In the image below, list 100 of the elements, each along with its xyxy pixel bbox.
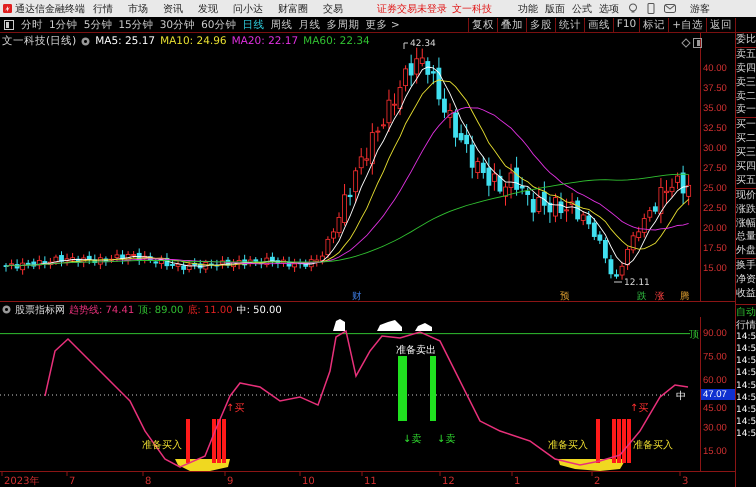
quote-label: 涨幅 [736, 216, 756, 230]
signal-label: 准备卖出 [396, 345, 436, 356]
toolbar-button[interactable]: 多股 [526, 18, 556, 32]
low-price-label: 12.11 [624, 278, 650, 288]
tick-time: 14:5 [736, 405, 756, 418]
sell-bars-drawing [398, 356, 436, 421]
menu-item[interactable]: 版面 [545, 2, 565, 16]
current-value-tag: 47.07 [701, 388, 735, 400]
event-mark[interactable]: 预 [560, 291, 570, 301]
quote-label: 买二 [736, 132, 756, 146]
period-tab[interactable]: 日线 [240, 18, 268, 32]
phone-icon[interactable] [647, 3, 655, 14]
time-axis-label: 11 [364, 476, 377, 487]
price-axis-label: 22.50 [703, 203, 727, 214]
period-tab[interactable]: 30分钟 [156, 18, 198, 32]
quote-label: 涨跌 [736, 202, 756, 217]
quote-label: 换手 [736, 258, 756, 274]
time-axis-label: 1 [514, 476, 520, 487]
quote-label: 总量 [736, 230, 756, 244]
signal-label: ↑买 [630, 403, 648, 414]
event-mark[interactable]: 跌 [637, 291, 647, 301]
quote-label: 委比 [736, 33, 756, 47]
ma-reading: MA20: 22.17 [232, 35, 298, 47]
section-label: 行情 [736, 318, 756, 332]
mode-label[interactable]: 自动 [736, 304, 756, 318]
quote-label: 买一 [736, 117, 756, 132]
tick-time: 14:5 [736, 429, 756, 442]
panel-toggle-icon[interactable] [4, 20, 14, 30]
toolbar-button[interactable]: 叠加 [498, 18, 527, 32]
toolbar-button[interactable]: 统计 [556, 18, 585, 32]
panel-toggle-icon[interactable] [693, 38, 702, 48]
toolbar-button[interactable]: 画线 [584, 18, 614, 32]
indicator-reading: 趋势线: 74.41 [69, 304, 134, 316]
period-tab[interactable]: 5分钟 [80, 18, 116, 32]
indicator-axis-label: 15.00 [703, 446, 727, 457]
tick-time: 14:5 [736, 392, 756, 405]
bulb-icon[interactable] [628, 3, 638, 14]
mail-icon[interactable] [664, 4, 676, 13]
price-axis-label: 17.50 [703, 243, 727, 254]
settings-icon[interactable] [2, 305, 11, 314]
toolbar-button[interactable]: 标记 [640, 18, 670, 32]
quote-label: 净资 [736, 273, 756, 288]
diamond-icon[interactable] [681, 38, 691, 48]
quote-label: 卖四 [736, 62, 756, 76]
quote-label: 收益 [736, 287, 756, 301]
menu-item[interactable]: 问小达 [229, 2, 267, 16]
period-tab[interactable]: 1分钟 [46, 18, 81, 32]
menu-item[interactable]: 选项 [599, 2, 619, 16]
tick-time: 14:5 [736, 380, 756, 393]
time-axis-label: 2023年 [4, 476, 40, 487]
toolbar-button[interactable]: F10 [614, 18, 640, 32]
top-tag: 顶 [689, 330, 699, 341]
stock-title: 文一科技(日线) [2, 34, 76, 48]
settings-icon[interactable] [81, 36, 90, 46]
indicator-axis-label: 45.00 [703, 402, 727, 414]
high-price-label: 42.34 [410, 39, 436, 49]
menu-item[interactable]: 财富圈 [274, 2, 312, 16]
quote-label: 卖一 [736, 103, 756, 118]
ma-reading: MA60: 22.34 [303, 35, 370, 47]
indicator-axis-label: 30.00 [703, 422, 727, 434]
period-tab[interactable]: 周线 [268, 18, 296, 32]
ma-reading: MA5: 25.17 [95, 35, 156, 47]
toolbar-button[interactable]: 复权 [468, 18, 498, 32]
signal-label: ↓卖 [437, 434, 456, 445]
user-name[interactable]: 游客 [690, 2, 710, 16]
app-title: 通达信金融终端 [15, 2, 85, 16]
indicator-reading: 顶: 89.00 [138, 304, 184, 316]
time-axis-label: 2 [594, 476, 600, 487]
menu-item[interactable]: 资讯 [159, 2, 187, 16]
period-tab[interactable]: 15分钟 [115, 18, 157, 32]
indicator-name: 股票指标网 [15, 304, 65, 316]
price-axis-label: 27.50 [703, 163, 727, 174]
period-tab[interactable]: 多周期 [324, 18, 362, 32]
menu-item[interactable]: 市场 [124, 2, 152, 16]
event-mark[interactable]: 财 [352, 291, 362, 301]
quote-label: 卖二 [736, 90, 756, 104]
event-mark[interactable]: 腾 [680, 291, 690, 301]
time-axis-label: 9 [227, 476, 234, 487]
menu-item[interactable]: 公式 [572, 2, 592, 16]
period-tab[interactable]: 60分钟 [198, 18, 240, 32]
stock-link[interactable]: 文一科技 [452, 2, 492, 16]
menu-item[interactable]: 行情 [89, 2, 117, 16]
toolbar-button[interactable]: 返回 [707, 18, 736, 32]
menu-item[interactable]: 功能 [518, 2, 538, 16]
time-axis-label: 10 [302, 476, 315, 487]
quote-label: 外盘 [736, 244, 756, 258]
signal-label: 准备买入 [548, 440, 588, 451]
price-axis-label: 15.00 [703, 263, 727, 274]
toolbar-button[interactable]: +自选 [669, 18, 707, 32]
period-tab[interactable]: 月线 [296, 18, 324, 32]
ma-reading: MA10: 24.96 [160, 35, 227, 47]
period-tab[interactable]: 分时 [18, 18, 46, 32]
menu-item[interactable]: 交易 [319, 2, 347, 16]
menu-item[interactable]: 发现 [194, 2, 222, 16]
quote-label: 卖五 [736, 46, 756, 62]
high-marker-icon [404, 42, 408, 50]
event-mark[interactable]: 涨 [655, 291, 665, 301]
period-tab[interactable]: 更多 > [362, 18, 403, 32]
tick-time: 14:5 [736, 344, 756, 356]
indicator-axis-label: 75.00 [703, 352, 727, 363]
